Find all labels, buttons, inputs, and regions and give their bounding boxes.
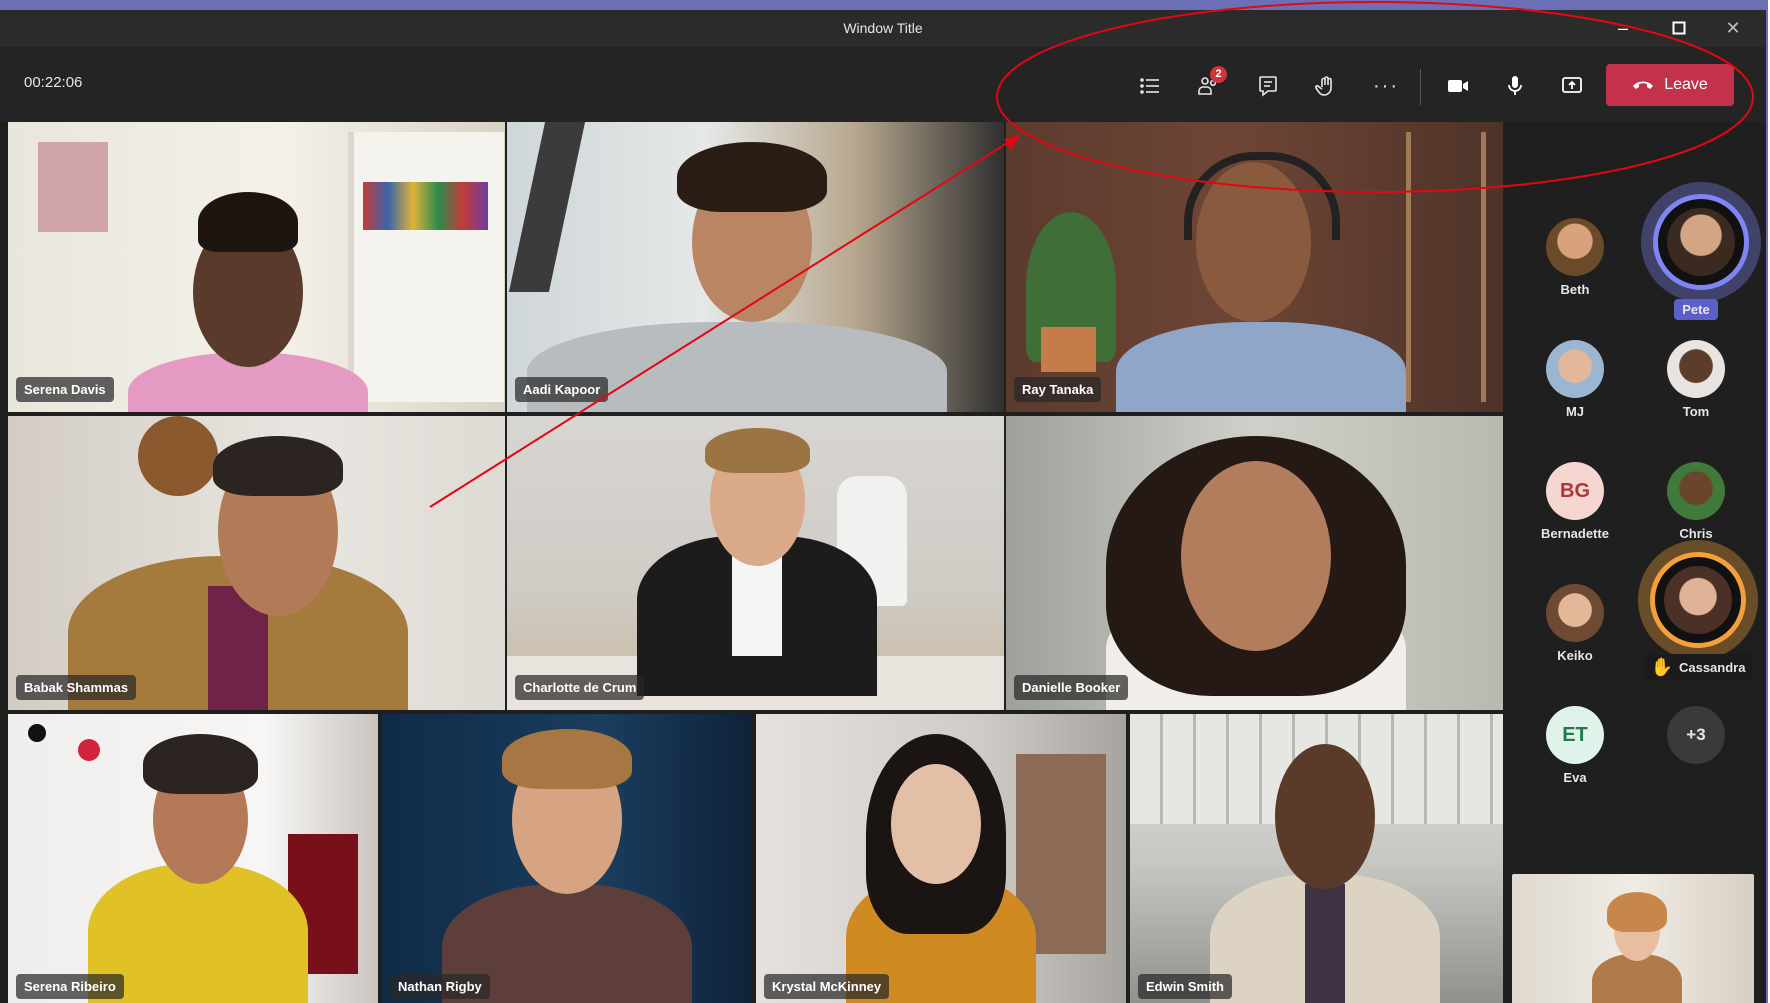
- hand-raised-halo: [1638, 540, 1758, 660]
- participant-name: Beth: [1560, 282, 1590, 297]
- video-tile[interactable]: Charlotte de Crum: [507, 416, 1004, 710]
- video-tile[interactable]: Krystal McKinney: [756, 714, 1126, 1003]
- participant-tom[interactable]: Tom: [1641, 340, 1751, 419]
- participants-gallery: Beth Pete MJ Tom BG Bernadette Chris Kei…: [1508, 122, 1766, 1003]
- participant-name: Bernadette: [1541, 526, 1609, 541]
- window-title: Window Title: [843, 20, 923, 36]
- list-icon[interactable]: [1132, 68, 1168, 104]
- leave-button[interactable]: Leave: [1606, 64, 1734, 106]
- participant-name: Eva: [1563, 770, 1587, 785]
- avatar: [1546, 340, 1604, 398]
- people-count-badge: 2: [1210, 66, 1227, 83]
- participant-name: Pete: [1674, 299, 1718, 320]
- toolbar-divider: [1420, 69, 1421, 105]
- participant-mj[interactable]: MJ: [1520, 340, 1630, 419]
- participant-name: Chris: [1679, 526, 1713, 541]
- avatar: [1546, 584, 1604, 642]
- participant-name: Tom: [1682, 404, 1710, 419]
- speaking-halo: [1641, 182, 1761, 302]
- avatar-initials: BG: [1546, 462, 1604, 520]
- avatar: [1546, 218, 1604, 276]
- participant-name-label: Nathan Rigby: [390, 974, 490, 999]
- participant-name-label: Charlotte de Crum: [515, 675, 645, 700]
- participant-chris[interactable]: Chris: [1641, 462, 1751, 541]
- maximize-icon[interactable]: [1656, 14, 1702, 42]
- video-tile[interactable]: Nathan Rigby: [382, 714, 752, 1003]
- video-tile[interactable]: Serena Davis: [8, 122, 505, 412]
- participant-cassandra[interactable]: ✋ Cassandra: [1633, 540, 1763, 681]
- meeting-window: Window Title – ✕ 00:22:06 2 ··· Leave Se…: [0, 0, 1768, 1003]
- more-options-icon[interactable]: ···: [1368, 68, 1404, 104]
- close-icon[interactable]: ✕: [1710, 14, 1756, 42]
- participant-name-label: Edwin Smith: [1138, 974, 1232, 999]
- participant-name: MJ: [1565, 404, 1585, 419]
- people-button[interactable]: 2: [1190, 66, 1227, 104]
- avatar: [1664, 566, 1732, 634]
- participant-name: Cassandra: [1678, 660, 1746, 675]
- participant-beth[interactable]: Beth: [1520, 218, 1630, 297]
- raise-hand-icon[interactable]: [1308, 68, 1344, 104]
- microphone-icon[interactable]: [1497, 68, 1533, 104]
- meeting-timer: 00:22:06: [24, 74, 83, 91]
- participant-name-label: Babak Shammas: [16, 675, 137, 700]
- share-screen-icon[interactable]: [1554, 68, 1590, 104]
- meeting-toolbar: 00:22:06 2 ··· Leave: [0, 47, 1766, 122]
- leave-label: Leave: [1664, 76, 1708, 93]
- more-participants-button[interactable]: +3: [1641, 706, 1751, 770]
- video-tile[interactable]: Aadi Kapoor: [507, 122, 1004, 412]
- video-tile[interactable]: Serena Ribeiro: [8, 714, 378, 1003]
- participant-eva[interactable]: ET Eva: [1520, 706, 1630, 785]
- minimize-icon[interactable]: –: [1600, 14, 1646, 42]
- participant-name-label: Krystal McKinney: [764, 974, 890, 999]
- avatar: [1667, 208, 1735, 276]
- participant-name-label: Aadi Kapoor: [515, 377, 609, 402]
- title-bar: Window Title – ✕: [0, 10, 1766, 47]
- raised-hand-icon: ✋: [1650, 657, 1673, 677]
- avatar-initials: ET: [1546, 706, 1604, 764]
- video-tile[interactable]: Edwin Smith: [1130, 714, 1503, 1003]
- participant-name-label: Ray Tanaka: [1014, 377, 1102, 402]
- avatar: [1667, 462, 1725, 520]
- participant-pete[interactable]: Pete: [1641, 182, 1761, 320]
- chat-icon[interactable]: [1250, 68, 1286, 104]
- participant-keiko[interactable]: Keiko: [1520, 584, 1630, 663]
- video-tile[interactable]: Danielle Booker: [1006, 416, 1503, 710]
- participant-name: Keiko: [1557, 648, 1593, 663]
- avatar: [1667, 340, 1725, 398]
- participant-name-label: Serena Davis: [16, 377, 114, 402]
- self-view[interactable]: [1512, 874, 1754, 1003]
- video-tile[interactable]: Ray Tanaka: [1006, 122, 1503, 412]
- more-participants-count: +3: [1667, 706, 1725, 764]
- phone-hangup-icon: [1633, 81, 1654, 89]
- camera-icon[interactable]: [1440, 68, 1476, 104]
- participant-name-label: Serena Ribeiro: [16, 974, 124, 999]
- participant-bernadette[interactable]: BG Bernadette: [1520, 462, 1630, 541]
- video-tile[interactable]: Babak Shammas: [8, 416, 505, 710]
- participant-name-label: Danielle Booker: [1014, 675, 1129, 700]
